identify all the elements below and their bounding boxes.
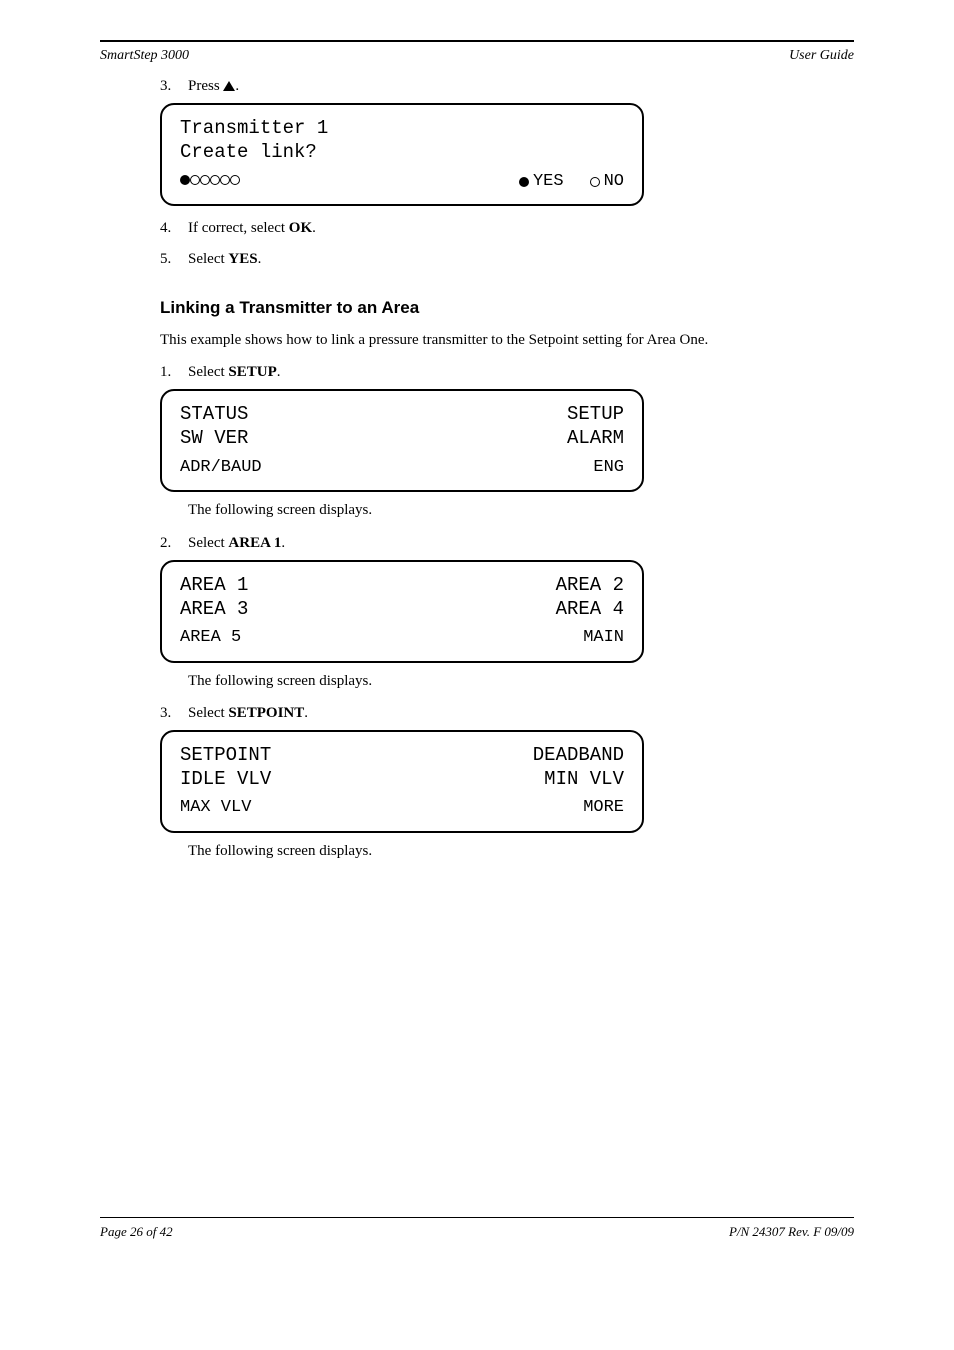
- followup-1: The following screen displays.: [160, 500, 854, 520]
- footer-partno: P/N 24307 Rev. F 09/09: [729, 1224, 854, 1240]
- lcd2-mr: ALARM: [567, 427, 624, 450]
- header-right: User Guide: [789, 48, 854, 64]
- step-text: Press .: [188, 78, 854, 95]
- sec2-step1-label: SETUP: [228, 364, 276, 380]
- filled-dot-icon: [519, 177, 529, 187]
- lcd3-tr: AREA 2: [556, 574, 624, 597]
- open-dot-icon: [590, 177, 600, 187]
- step-3: 3. Press .: [160, 78, 854, 95]
- sec3-step-2: 2. Select AREA 1.: [160, 535, 854, 552]
- lcd4-tl: SETPOINT: [180, 744, 271, 767]
- page-dots-icon: [180, 172, 240, 192]
- lcd4-tr: DEADBAND: [533, 744, 624, 767]
- lcd1-no-option: NO: [590, 172, 624, 192]
- lcd3-ml: AREA 3: [180, 598, 248, 621]
- section2-body: This example shows how to link a pressur…: [160, 330, 854, 350]
- sec2-step-1: 1. Select SETUP.: [160, 364, 854, 381]
- lcd1-line2-left: Create link?: [180, 141, 317, 164]
- lcd3-tl: AREA 1: [180, 574, 248, 597]
- lcd-screen-3: AREA 1 AREA 2 AREA 3 AREA 4 AREA 5 MAIN: [160, 560, 644, 663]
- header-left: SmartStep 3000: [100, 48, 189, 64]
- triangle-up-icon: [223, 81, 235, 91]
- lcd3-mr: AREA 4: [556, 598, 624, 621]
- lcd4-ml: IDLE VLV: [180, 768, 271, 791]
- followup-2: The following screen displays.: [160, 671, 854, 691]
- section-heading-linking: Linking a Transmitter to an Area: [160, 298, 854, 318]
- lcd1-yes-option: YES: [519, 172, 564, 192]
- lcd2-tl: STATUS: [180, 403, 248, 426]
- lcd3-br: MAIN: [583, 628, 624, 648]
- lcd-screen-4: SETPOINT DEADBAND IDLE VLV MIN VLV MAX V…: [160, 730, 644, 833]
- lcd2-br: ENG: [593, 458, 624, 478]
- step5-label: YES: [228, 251, 257, 267]
- lcd2-bl: ADR/BAUD: [180, 458, 262, 478]
- lcd2-ml: SW VER: [180, 427, 248, 450]
- step-4: 4. If correct, select OK.: [160, 220, 854, 237]
- lcd1-line1-left: Transmitter 1: [180, 117, 328, 140]
- lcd2-tr: SETUP: [567, 403, 624, 426]
- footer-page: Page 26 of 42: [100, 1224, 173, 1240]
- sec3-step2-label: AREA 1: [228, 535, 281, 551]
- sec4-step3-label: SETPOINT: [228, 705, 304, 721]
- lcd4-mr: MIN VLV: [544, 768, 624, 791]
- lcd4-bl: MAX VLV: [180, 798, 251, 818]
- step-num: 3.: [160, 78, 188, 95]
- sec4-step-3: 3. Select SETPOINT.: [160, 705, 854, 722]
- followup-3: The following screen displays.: [160, 841, 854, 861]
- lcd-screen-1: Transmitter 1 Create link? YES: [160, 103, 644, 206]
- lcd4-br: MORE: [583, 798, 624, 818]
- lcd3-bl: AREA 5: [180, 628, 241, 648]
- lcd-screen-2: STATUS SETUP SW VER ALARM ADR/BAUD ENG: [160, 389, 644, 492]
- step-5: 5. Select YES.: [160, 251, 854, 268]
- step4-label: OK: [289, 220, 312, 236]
